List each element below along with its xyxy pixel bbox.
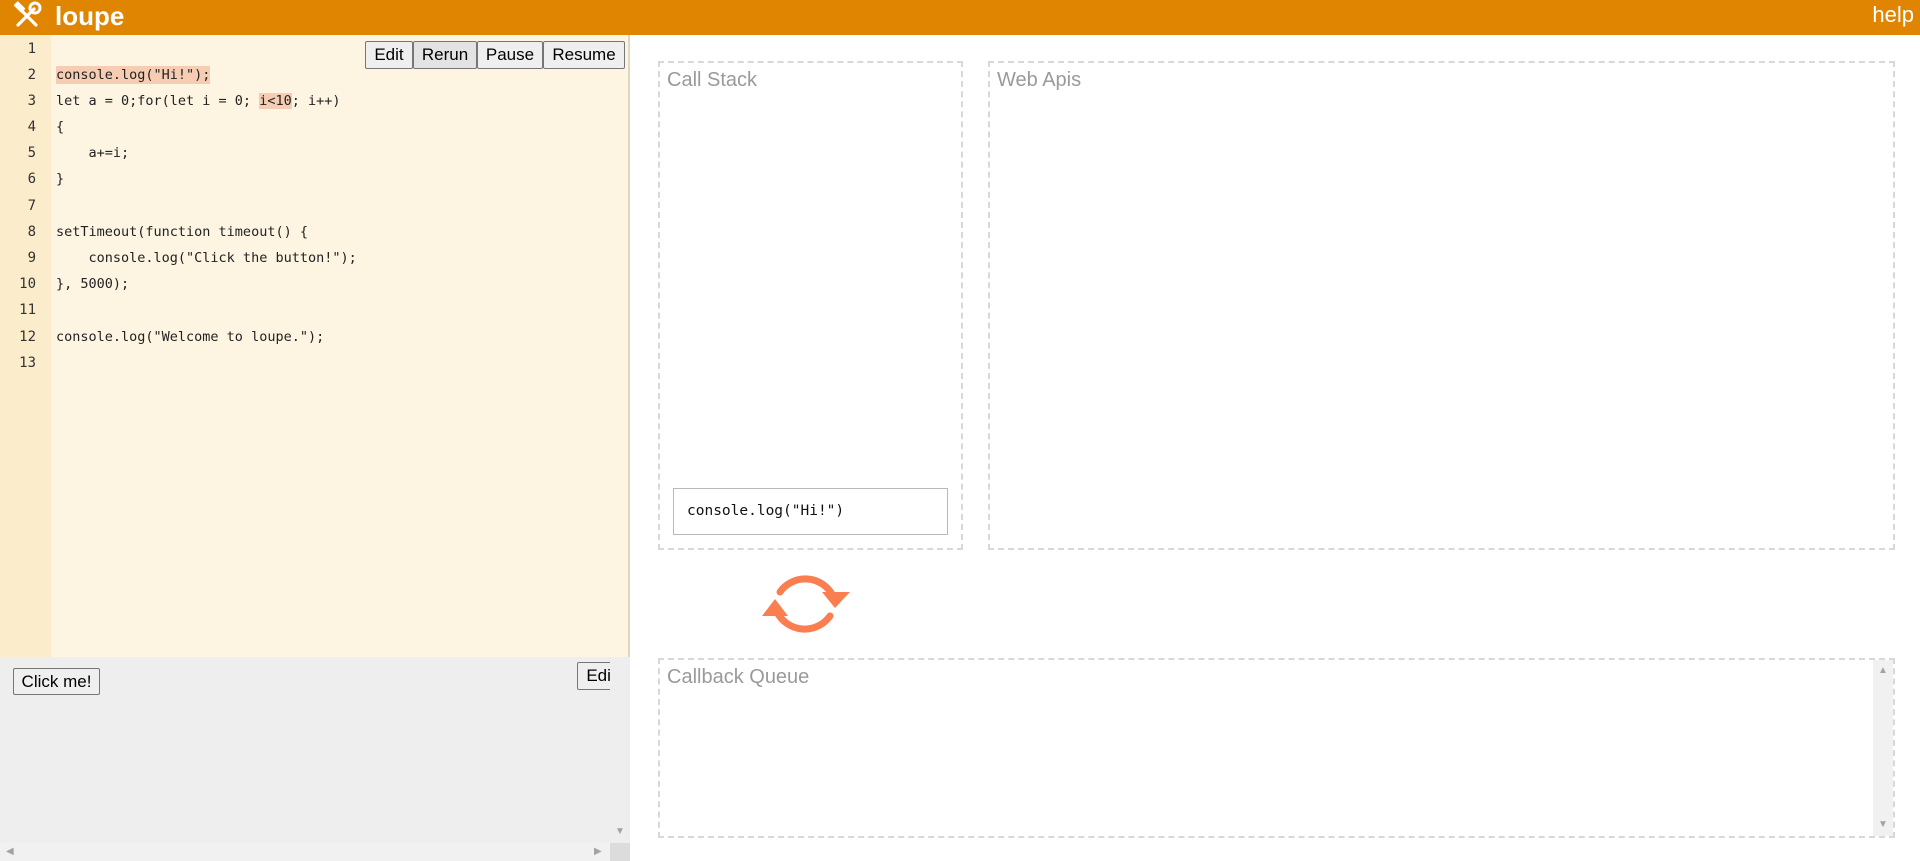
line-number: 13 bbox=[19, 355, 36, 371]
line-number-gutter: 1 2 3 4 5 6 7 8 9 10 11 12 13 bbox=[0, 35, 51, 657]
web-apis-title: Web Apis bbox=[997, 69, 1082, 91]
code-line-executing[interactable]: console.log("Hi!"); bbox=[56, 66, 211, 84]
scroll-up-arrow-icon[interactable]: ▲ bbox=[1878, 666, 1888, 676]
line-number: 4 bbox=[27, 119, 36, 135]
line-number: 1 bbox=[27, 41, 36, 57]
app-title[interactable]: loupe bbox=[55, 1, 124, 31]
vertical-scrollbar[interactable]: ▼ bbox=[610, 657, 630, 843]
line-number: 7 bbox=[27, 198, 36, 214]
code-segment: let a = 0;for(let i = 0; bbox=[56, 93, 260, 109]
line-number: 10 bbox=[19, 276, 36, 292]
code-line[interactable]: }, 5000); bbox=[56, 275, 129, 293]
horizontal-scrollbar[interactable]: ◀ ▶ bbox=[0, 843, 610, 861]
edit-code-button[interactable]: Edit bbox=[365, 41, 413, 69]
left-panel: 1 2 3 4 5 6 7 8 9 10 11 12 13 console.lo… bbox=[0, 35, 630, 861]
callback-queue-scrollbar[interactable]: ▲ ▼ bbox=[1873, 660, 1893, 836]
line-number: 6 bbox=[27, 171, 36, 187]
code-line[interactable]: console.log("Welcome to loupe."); bbox=[56, 328, 324, 346]
line-number: 2 bbox=[27, 67, 36, 83]
scroll-left-arrow-icon[interactable]: ◀ bbox=[6, 847, 14, 857]
code-segment: ; i++) bbox=[291, 93, 341, 109]
call-stack-title: Call Stack bbox=[667, 69, 758, 91]
top-bar: loupe help bbox=[0, 0, 1920, 35]
click-me-button[interactable]: Click me! bbox=[13, 668, 100, 695]
web-apis-panel: Web Apis bbox=[988, 61, 1895, 550]
hammer-wrench-icon bbox=[13, 1, 42, 27]
refresh-cycle-icon bbox=[762, 575, 850, 633]
code-line[interactable]: let a = 0;for(let i = 0; i<10; i++) bbox=[56, 92, 341, 110]
scroll-right-arrow-icon[interactable]: ▶ bbox=[594, 847, 602, 857]
callback-queue-panel: Callback Queue bbox=[658, 658, 1895, 838]
line-number: 3 bbox=[27, 93, 36, 109]
line-number: 5 bbox=[27, 145, 36, 161]
rerun-button[interactable]: Rerun bbox=[413, 41, 477, 69]
resume-button[interactable]: Resume bbox=[543, 41, 625, 69]
line-number: 8 bbox=[27, 224, 36, 240]
callback-queue-title: Callback Queue bbox=[667, 666, 810, 688]
call-stack-panel: Call Stack bbox=[658, 61, 963, 550]
help-link[interactable]: help bbox=[1872, 2, 1914, 28]
code-line[interactable]: } bbox=[56, 170, 64, 188]
scrollbar-corner bbox=[610, 843, 630, 861]
line-number: 9 bbox=[27, 250, 36, 266]
pause-button[interactable]: Pause bbox=[477, 41, 543, 69]
line-number: 12 bbox=[19, 329, 36, 345]
html-preview-pane: Click me! Edit ▼ ◀ ▶ bbox=[0, 657, 630, 861]
line-number: 11 bbox=[19, 302, 36, 318]
code-line[interactable]: { bbox=[56, 118, 64, 136]
scroll-down-arrow-icon[interactable]: ▼ bbox=[615, 827, 625, 837]
code-line[interactable]: setTimeout(function timeout() { bbox=[56, 223, 308, 241]
scroll-down-arrow-icon[interactable]: ▼ bbox=[1878, 820, 1888, 830]
code-highlight: i<10 bbox=[259, 93, 292, 109]
code-line[interactable]: a+=i; bbox=[56, 144, 130, 162]
code-line[interactable]: console.log("Click the button!"); bbox=[56, 249, 357, 267]
code-editor[interactable]: 1 2 3 4 5 6 7 8 9 10 11 12 13 console.lo… bbox=[0, 35, 630, 657]
call-stack-frame: console.log("Hi!") bbox=[673, 488, 948, 535]
